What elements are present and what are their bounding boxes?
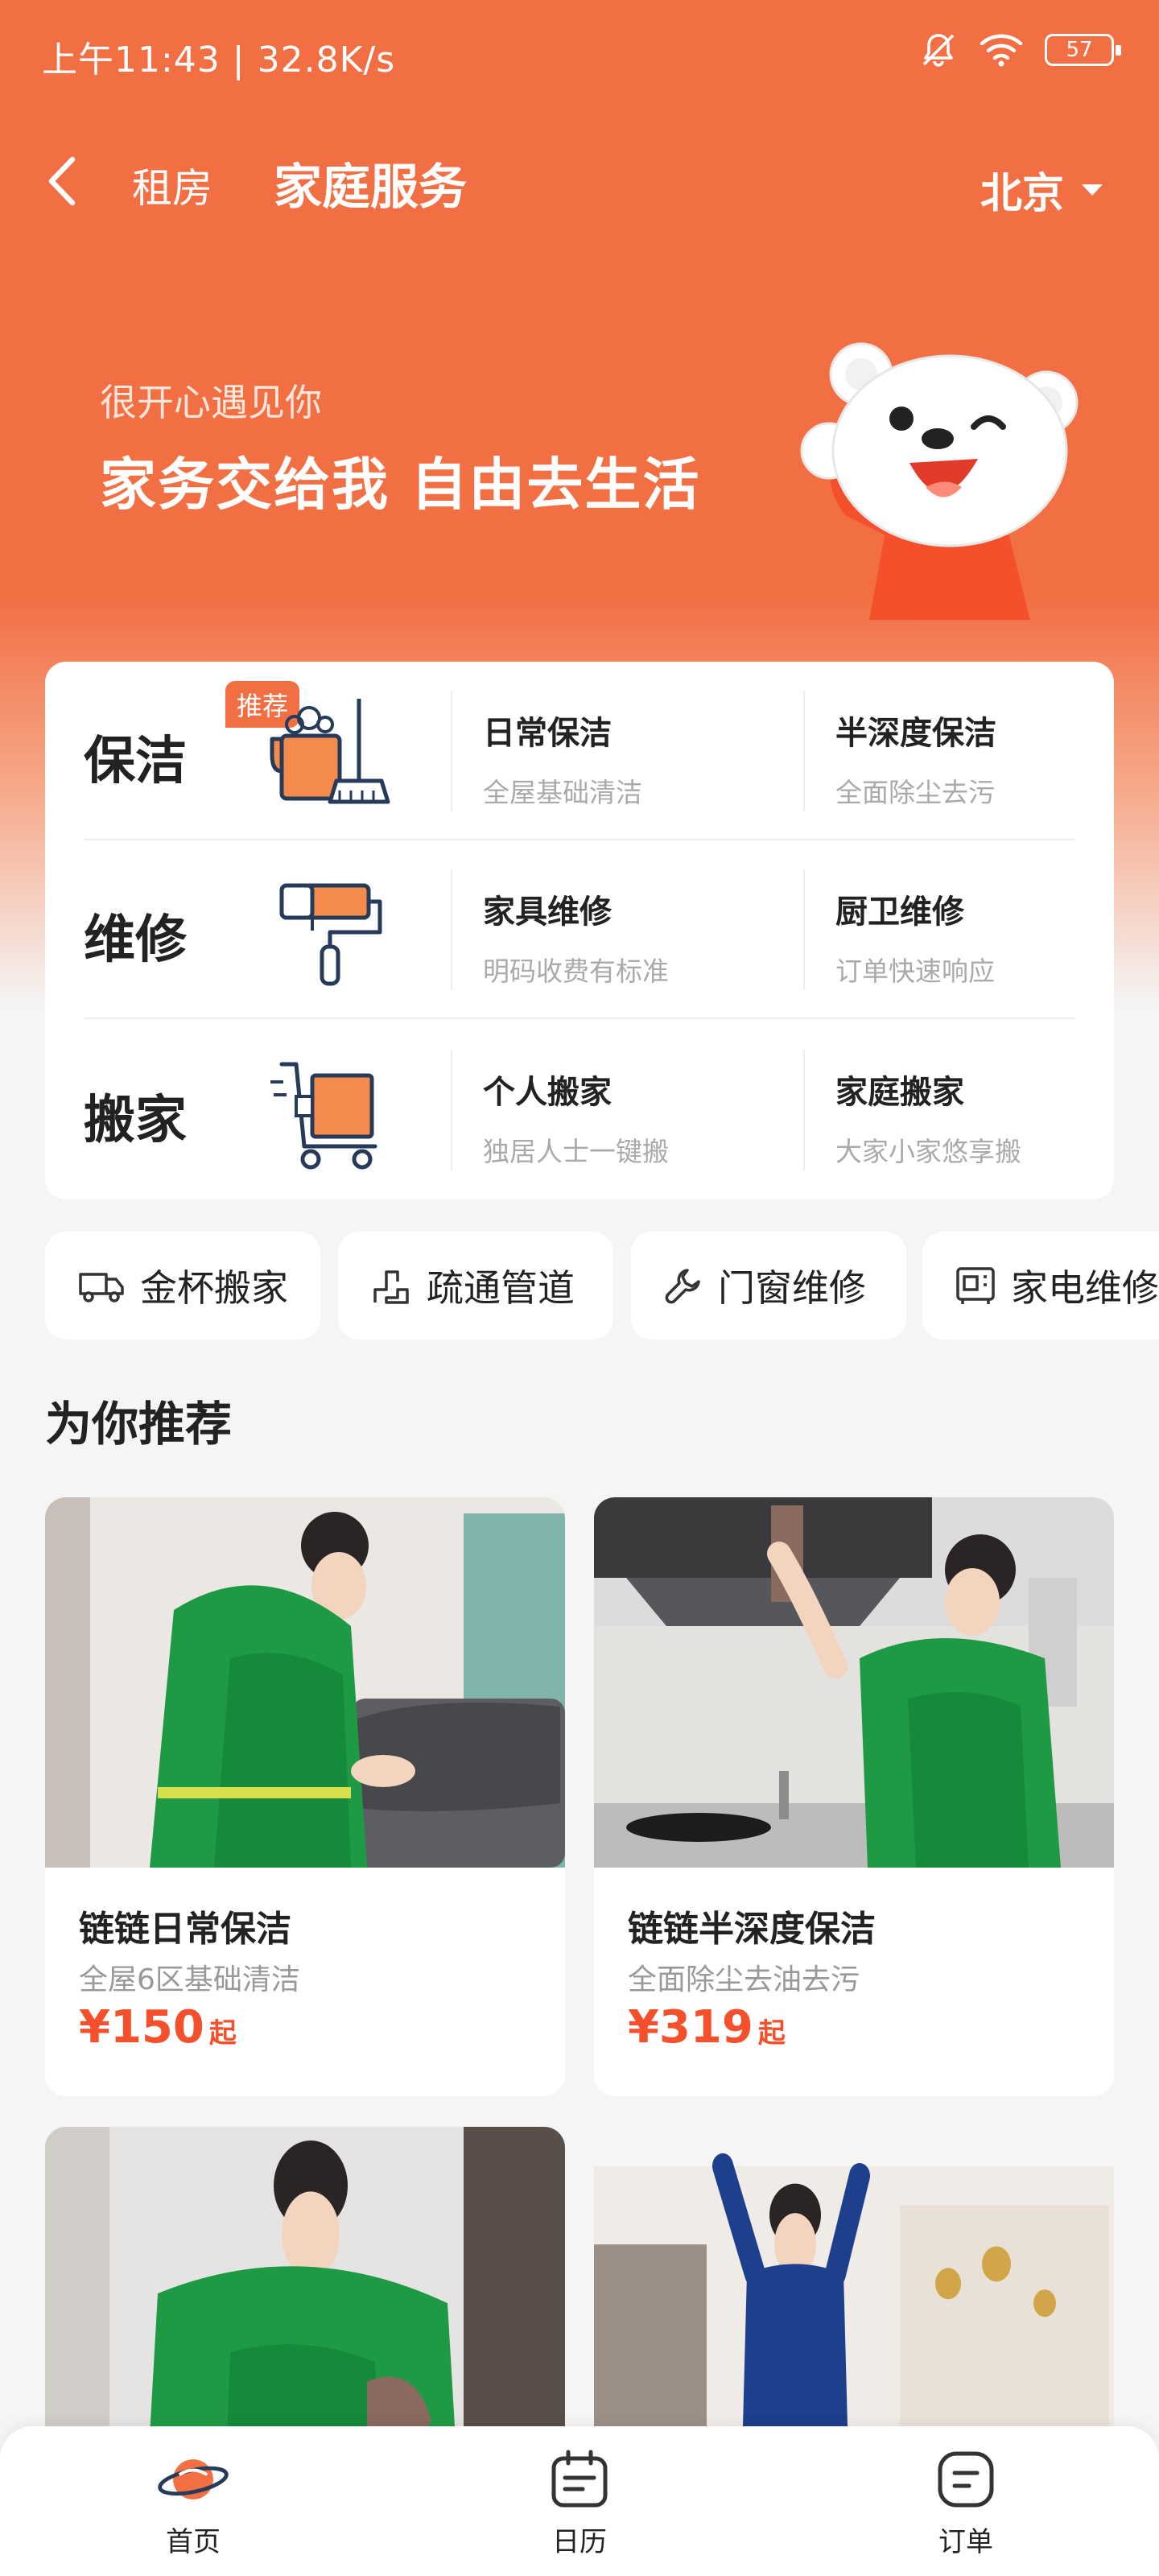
paint-roller-icon [279,883,382,986]
chip-label: 金杯搬家 [140,1266,288,1310]
service-desc: 订单快速响应 [835,956,995,987]
page-title: 家庭服务 [274,159,467,216]
service-title: 厨卫维修 [835,894,964,931]
service-card: 保洁 推荐 日常保洁 全屋基础清洁 半深度保洁 全面除尘去污 维修 家具维修 明… [45,662,1114,1199]
recommend-card-daily-cleaning[interactable]: 链链日常保洁 全屋6区基础清洁 ¥150 起 [45,1497,565,2096]
service-desc: 大家小家悠享搬 [835,1136,1021,1167]
chip-label: 门窗维修 [718,1266,866,1310]
service-row-repair: 维修 家具维修 明码收费有标准 厨卫维修 订单快速响应 [84,840,1075,1019]
chip-pipe-unclog[interactable]: 疏通管道 [338,1232,613,1340]
status-bar: 上午11:43 | 32.8K/s 57 [0,0,1159,105]
back-arrow-icon [48,156,76,206]
service-title: 家具维修 [483,894,612,931]
chip-appliance-repair[interactable]: 家电维修 [922,1232,1159,1340]
hero-greeting: 很开心遇见你 [100,381,322,424]
price-value: ¥319 [628,2001,753,2054]
divider [451,869,452,990]
chip-door-window-repair[interactable]: 门窗维修 [631,1232,906,1340]
service-row-cleaning: 保洁 推荐 日常保洁 全屋基础清洁 半深度保洁 全面除尘去污 [84,662,1075,840]
cleaner-sofa-photo [45,1497,565,1868]
tab-orders[interactable]: 订单 [885,2447,1046,2568]
tab-home[interactable]: 首页 [113,2447,274,2568]
header: 租房 家庭服务 北京 [0,137,1159,225]
divider [803,691,805,811]
service-category-repair[interactable]: 维修 [84,898,187,972]
hero-slogan: 家务交给我 自由去生活 [100,452,701,518]
tab-calendar[interactable]: 日历 [499,2447,660,2568]
order-icon [938,2451,994,2508]
service-family-moving[interactable]: 家庭搬家 大家小家悠享搬 [835,1066,1141,1169]
recommend-card-name: 链链日常保洁 [79,1909,291,1950]
recommend-card-price: ¥150 起 [79,2001,237,2054]
divider [803,1050,805,1170]
service-daily-cleaning[interactable]: 日常保洁 全屋基础清洁 [483,707,789,810]
chip-label: 家电维修 [1011,1266,1159,1310]
service-desc: 明码收费有标准 [483,956,669,987]
cleaner-kitchen-photo [594,1497,1114,1868]
service-category-moving[interactable]: 搬家 [84,1079,187,1153]
moving-cart-icon [270,1062,377,1170]
wrench-icon [665,1269,700,1304]
mute-bell-icon [922,34,955,67]
service-title: 半深度保洁 [835,715,996,752]
service-title: 日常保洁 [483,715,612,752]
recommend-title: 为你推荐 [45,1397,233,1451]
recommend-card-half-deep-cleaning[interactable]: 链链半深度保洁 全面除尘去油去污 ¥319 起 [594,1497,1114,2096]
status-icons: 57 [919,31,1121,69]
price-value: ¥150 [79,2001,204,2054]
bottom-tab-bar: 首页 日历 订单 [0,2426,1159,2576]
chip-jinbei-moving[interactable]: 金杯搬家 [45,1232,320,1340]
status-time-speed: 上午11:43 | 32.8K/s [42,39,396,80]
tab-label: 订单 [938,2526,993,2558]
pipe-icon [373,1270,409,1304]
van-icon [79,1273,124,1302]
service-title: 个人搬家 [483,1074,612,1111]
appliance-icon [956,1267,995,1304]
bear-mascot-icon [800,342,1079,620]
service-kitchen-bath-repair[interactable]: 厨卫维修 订单快速响应 [835,886,1141,989]
service-half-deep-cleaning[interactable]: 半深度保洁 全面除尘去污 [835,707,1141,810]
price-unit: 起 [208,2017,237,2050]
recommend-card-price: ¥319 起 [628,2001,786,2054]
divider [451,691,452,811]
planet-home-icon [158,2459,229,2500]
chip-label: 疏通管道 [427,1266,575,1310]
calendar-icon [551,2450,608,2508]
tab-label: 日历 [552,2526,607,2558]
back-button[interactable] [45,153,93,209]
divider [451,1050,452,1170]
service-desc: 全面除尘去污 [835,777,995,808]
nav-rent-link[interactable]: 租房 [132,156,212,214]
recommend-card-desc: 全屋6区基础清洁 [79,1963,300,1996]
divider [803,869,805,990]
service-category-cleaning[interactable]: 保洁 [84,720,187,794]
chevron-down-icon [1082,184,1103,196]
service-desc: 独居人士一键搬 [483,1136,669,1167]
battery-icon: 57 [1045,34,1121,66]
service-furniture-repair[interactable]: 家具维修 明码收费有标准 [483,886,789,989]
service-title: 家庭搬家 [835,1074,964,1111]
recommend-card-name: 链链半深度保洁 [628,1909,876,1950]
service-row-moving: 搬家 个人搬家 独居人士一键搬 家庭搬家 大家小家悠享搬 [84,1021,1075,1199]
service-desc: 全屋基础清洁 [483,777,642,808]
service-personal-moving[interactable]: 个人搬家 独居人士一键搬 [483,1066,789,1169]
recommend-card-desc: 全面除尘去油去污 [628,1963,860,1996]
price-unit: 起 [757,2017,786,2050]
battery-level: 57 [1066,38,1093,62]
tab-label: 首页 [166,2526,221,2558]
city-selector[interactable]: 北京 [980,159,1103,220]
cleaning-bucket-icon [270,699,390,804]
city-label: 北京 [980,170,1064,218]
wifi-icon [980,34,1023,67]
